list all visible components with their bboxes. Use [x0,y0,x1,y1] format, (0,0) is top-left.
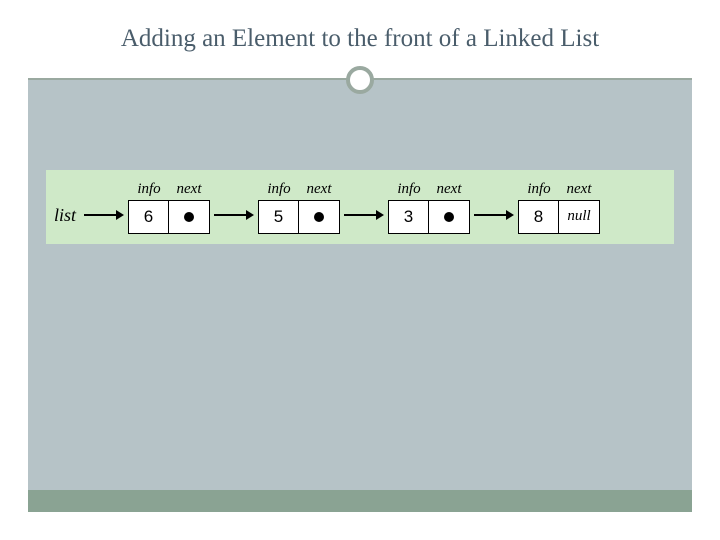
pointer-dot-icon [184,212,194,222]
linked-list-diagram: list info next 6 info n [46,170,674,244]
info-label: info [129,181,169,198]
node-info-value: 8 [519,201,559,233]
node-next-pointer [169,201,209,233]
node-box: 8 null [518,200,600,234]
node-box: 5 [258,200,340,234]
node-info-value: 3 [389,201,429,233]
info-label: info [389,181,429,198]
arrow-icon [474,210,514,220]
node-field-labels: info next [129,181,209,198]
slide: Adding an Element to the front of a Link… [0,0,720,540]
next-label: next [559,181,599,198]
bottom-accent-bar [28,490,692,512]
info-label: info [259,181,299,198]
next-label: next [429,181,469,198]
circle-ornament-icon [346,66,374,94]
node: info next 3 [388,181,470,234]
node-next-pointer [299,201,339,233]
node-info-value: 6 [129,201,169,233]
content-area: list info next 6 info n [28,80,692,512]
slide-title: Adding an Element to the front of a Link… [121,25,599,53]
next-label: next [299,181,339,198]
info-label: info [519,181,559,198]
arrow-icon [84,210,124,220]
node: info next 8 null [518,181,600,234]
pointer-dot-icon [314,212,324,222]
node-next-null: null [559,201,599,233]
node-info-value: 5 [259,201,299,233]
next-label: next [169,181,209,198]
pointer-dot-icon [444,212,454,222]
node-field-labels: info next [259,181,339,198]
node-next-pointer [429,201,469,233]
null-label: null [567,208,590,225]
node-field-labels: info next [389,181,469,198]
arrow-icon [344,210,384,220]
node-box: 6 [128,200,210,234]
node: info next 5 [258,181,340,234]
node: info next 6 [128,181,210,234]
list-pointer-label: list [54,205,76,226]
node-box: 3 [388,200,470,234]
node-field-labels: info next [519,181,599,198]
arrow-icon [214,210,254,220]
